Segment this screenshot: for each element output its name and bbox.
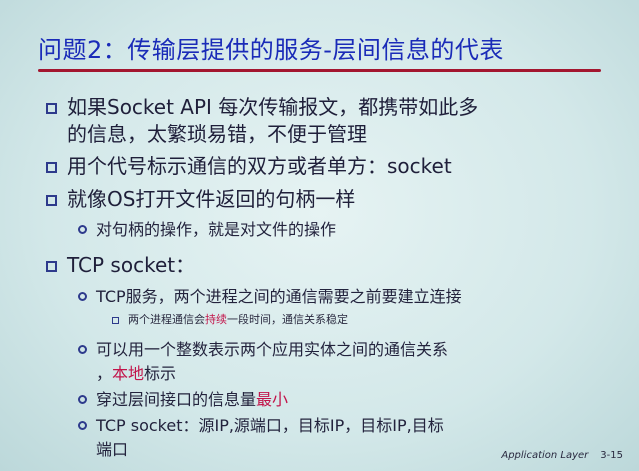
title-underline (38, 69, 601, 72)
bullet-code-name: 用个代号标示通信的双方或者单方：socket (46, 153, 452, 180)
sub-bullet-text: TCP服务，两个进程之间的通信需要之前要建立连接 (96, 287, 462, 306)
bullet-tcp-socket: TCP socket： (46, 252, 195, 279)
slide-title: 问题2：传输层提供的服务-层间信息的代表 (38, 36, 504, 64)
circle-bullet-icon (78, 292, 87, 301)
bullet-text: 如果Socket API 每次传输报文，都携带如此多 (67, 95, 479, 119)
sub-text-emphasis: 本地 (112, 364, 145, 383)
detail-text-part: 一段时间，通信关系稳定 (227, 313, 348, 326)
bullet-text: 用个代号标示通信的双方或者单方：socket (67, 154, 452, 178)
sub-bullet-integer-id: 可以用一个整数表示两个应用实体之间的通信关系 ，本地标示 (78, 338, 448, 386)
sub-bullet-text: TCP socket：源IP,源端口，目标IP，目标IP,目标 (96, 416, 444, 435)
square-bullet-icon (46, 162, 57, 173)
detail-text-emphasis: 持续 (205, 313, 227, 326)
footer-label: Application Layer (501, 450, 589, 461)
bullet-text: TCP socket： (67, 253, 196, 277)
bullet-text: 就像OS打开文件返回的句柄一样 (67, 187, 356, 211)
slide-footer: Application Layer 3-15 (501, 450, 623, 461)
bullet-os-handle: 就像OS打开文件返回的句柄一样 (46, 186, 355, 213)
slide: 问题2：传输层提供的服务-层间信息的代表 如果Socket API 每次传输报文… (0, 0, 639, 471)
sub-bullet-handle-ops: 对句柄的操作，就是对文件的操作 (78, 218, 336, 242)
sub-text-emphasis: 最小 (256, 390, 289, 409)
sub-text-part: ， (96, 364, 113, 383)
detail-bullet-persistent: 两个进程通信会持续一段时间，通信关系稳定 (112, 312, 348, 328)
bullet-text: 的信息，太繁琐易错，不便于管理 (67, 122, 367, 146)
square-bullet-icon (46, 261, 57, 272)
circle-bullet-icon (78, 395, 87, 404)
sub-bullet-text: 可以用一个整数表示两个应用实体之间的通信关系 (96, 340, 449, 359)
sub-bullet-min-info: 穿过层间接口的信息量最小 (78, 388, 288, 412)
square-bullet-icon (112, 317, 119, 324)
sub-bullet-tcp-socket-fields: TCP socket：源IP,源端口，目标IP，目标IP,目标 端口 (78, 414, 444, 462)
square-bullet-icon (46, 103, 57, 114)
circle-bullet-icon (78, 345, 87, 354)
sub-bullet-tcp-service: TCP服务，两个进程之间的通信需要之前要建立连接 (78, 285, 462, 309)
sub-text-part: 穿过层间接口的信息量 (96, 390, 257, 409)
page-number: 3-15 (600, 450, 623, 461)
sub-bullet-text: 穿过层间接口的信息量最小 (96, 388, 288, 412)
detail-bullet-text: 两个进程通信会持续一段时间，通信关系稳定 (128, 312, 348, 328)
circle-bullet-icon (78, 225, 87, 234)
square-bullet-icon (46, 195, 57, 206)
sub-bullet-text: 对句柄的操作，就是对文件的操作 (96, 220, 337, 239)
sub-bullet-text: 端口 (96, 440, 129, 459)
detail-text-part: 两个进程通信会 (128, 313, 205, 326)
bullet-socket-api: 如果Socket API 每次传输报文，都携带如此多 的信息，太繁琐易错，不便于… (46, 94, 478, 148)
sub-text-part: 标示 (144, 364, 177, 383)
circle-bullet-icon (78, 421, 87, 430)
sub-bullet-text: ，本地标示 (96, 362, 448, 386)
